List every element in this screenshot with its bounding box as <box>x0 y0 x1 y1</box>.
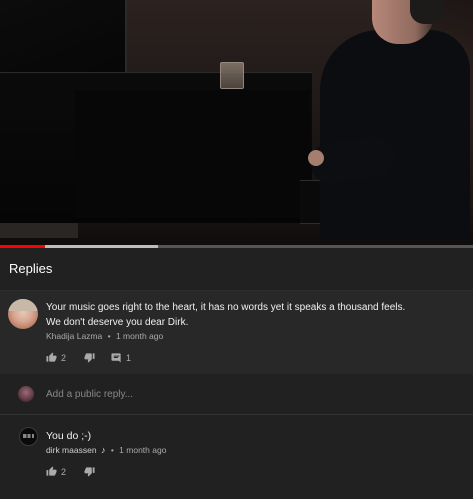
dislike-button[interactable] <box>84 352 95 363</box>
meta-separator: • <box>107 331 111 341</box>
channel-avatar[interactable] <box>19 427 38 446</box>
glass-on-piano <box>220 62 244 89</box>
music-note-icon: ♪ <box>100 445 106 455</box>
pianist-hand <box>308 150 324 166</box>
thumb-down-icon <box>84 467 95 477</box>
reply-comment: You do ;-) dirk maassen ♪ • 1 month ago … <box>0 415 473 499</box>
comment-text-line-1: Your music goes right to the heart, it h… <box>46 302 406 313</box>
comment-text: Your music goes right to the heart, it h… <box>46 300 405 330</box>
piano-front <box>75 90 310 218</box>
comment-meta: Khadija Lazma • 1 month ago <box>46 331 163 341</box>
user-avatar[interactable] <box>8 299 38 329</box>
thumb-up-icon <box>46 352 57 362</box>
parent-comment: Your music goes right to the heart, it h… <box>0 291 473 374</box>
reply-meta: dirk maassen ♪ • 1 month ago <box>46 445 166 455</box>
comment-actions: 2 1 <box>46 352 131 363</box>
add-reply-row[interactable]: Add a public reply... <box>0 374 473 415</box>
reply-count-button[interactable]: 1 <box>111 352 131 363</box>
pianist-hair <box>410 0 444 24</box>
replies-header: Replies <box>0 248 473 291</box>
video-player[interactable] <box>0 0 473 246</box>
like-count: 2 <box>61 466 67 477</box>
thumb-down-icon <box>84 353 95 363</box>
reply-author[interactable]: dirk maassen <box>46 445 97 455</box>
current-user-avatar <box>18 386 34 402</box>
meta-separator: • <box>110 445 114 455</box>
reply-icon <box>111 353 121 363</box>
reply-time: 1 month ago <box>119 445 167 455</box>
pianist-body <box>320 30 470 240</box>
dislike-button[interactable] <box>84 466 95 477</box>
replies-title: Replies <box>9 261 53 276</box>
comment-text-line-2: We don't deserve you dear Dirk. <box>46 317 189 328</box>
comment-author[interactable]: Khadija Lazma <box>46 331 102 341</box>
reply-text: You do ;-) <box>46 430 92 442</box>
thumb-up-icon <box>46 466 57 476</box>
reply-count: 1 <box>126 352 132 363</box>
like-count: 2 <box>61 352 67 363</box>
channel-logo-icon <box>23 434 34 438</box>
like-button[interactable]: 2 <box>46 352 66 363</box>
reply-actions: 2 <box>46 466 95 477</box>
like-button[interactable]: 2 <box>46 466 66 477</box>
comment-time: 1 month ago <box>115 331 164 341</box>
add-reply-input[interactable]: Add a public reply... <box>46 389 133 400</box>
